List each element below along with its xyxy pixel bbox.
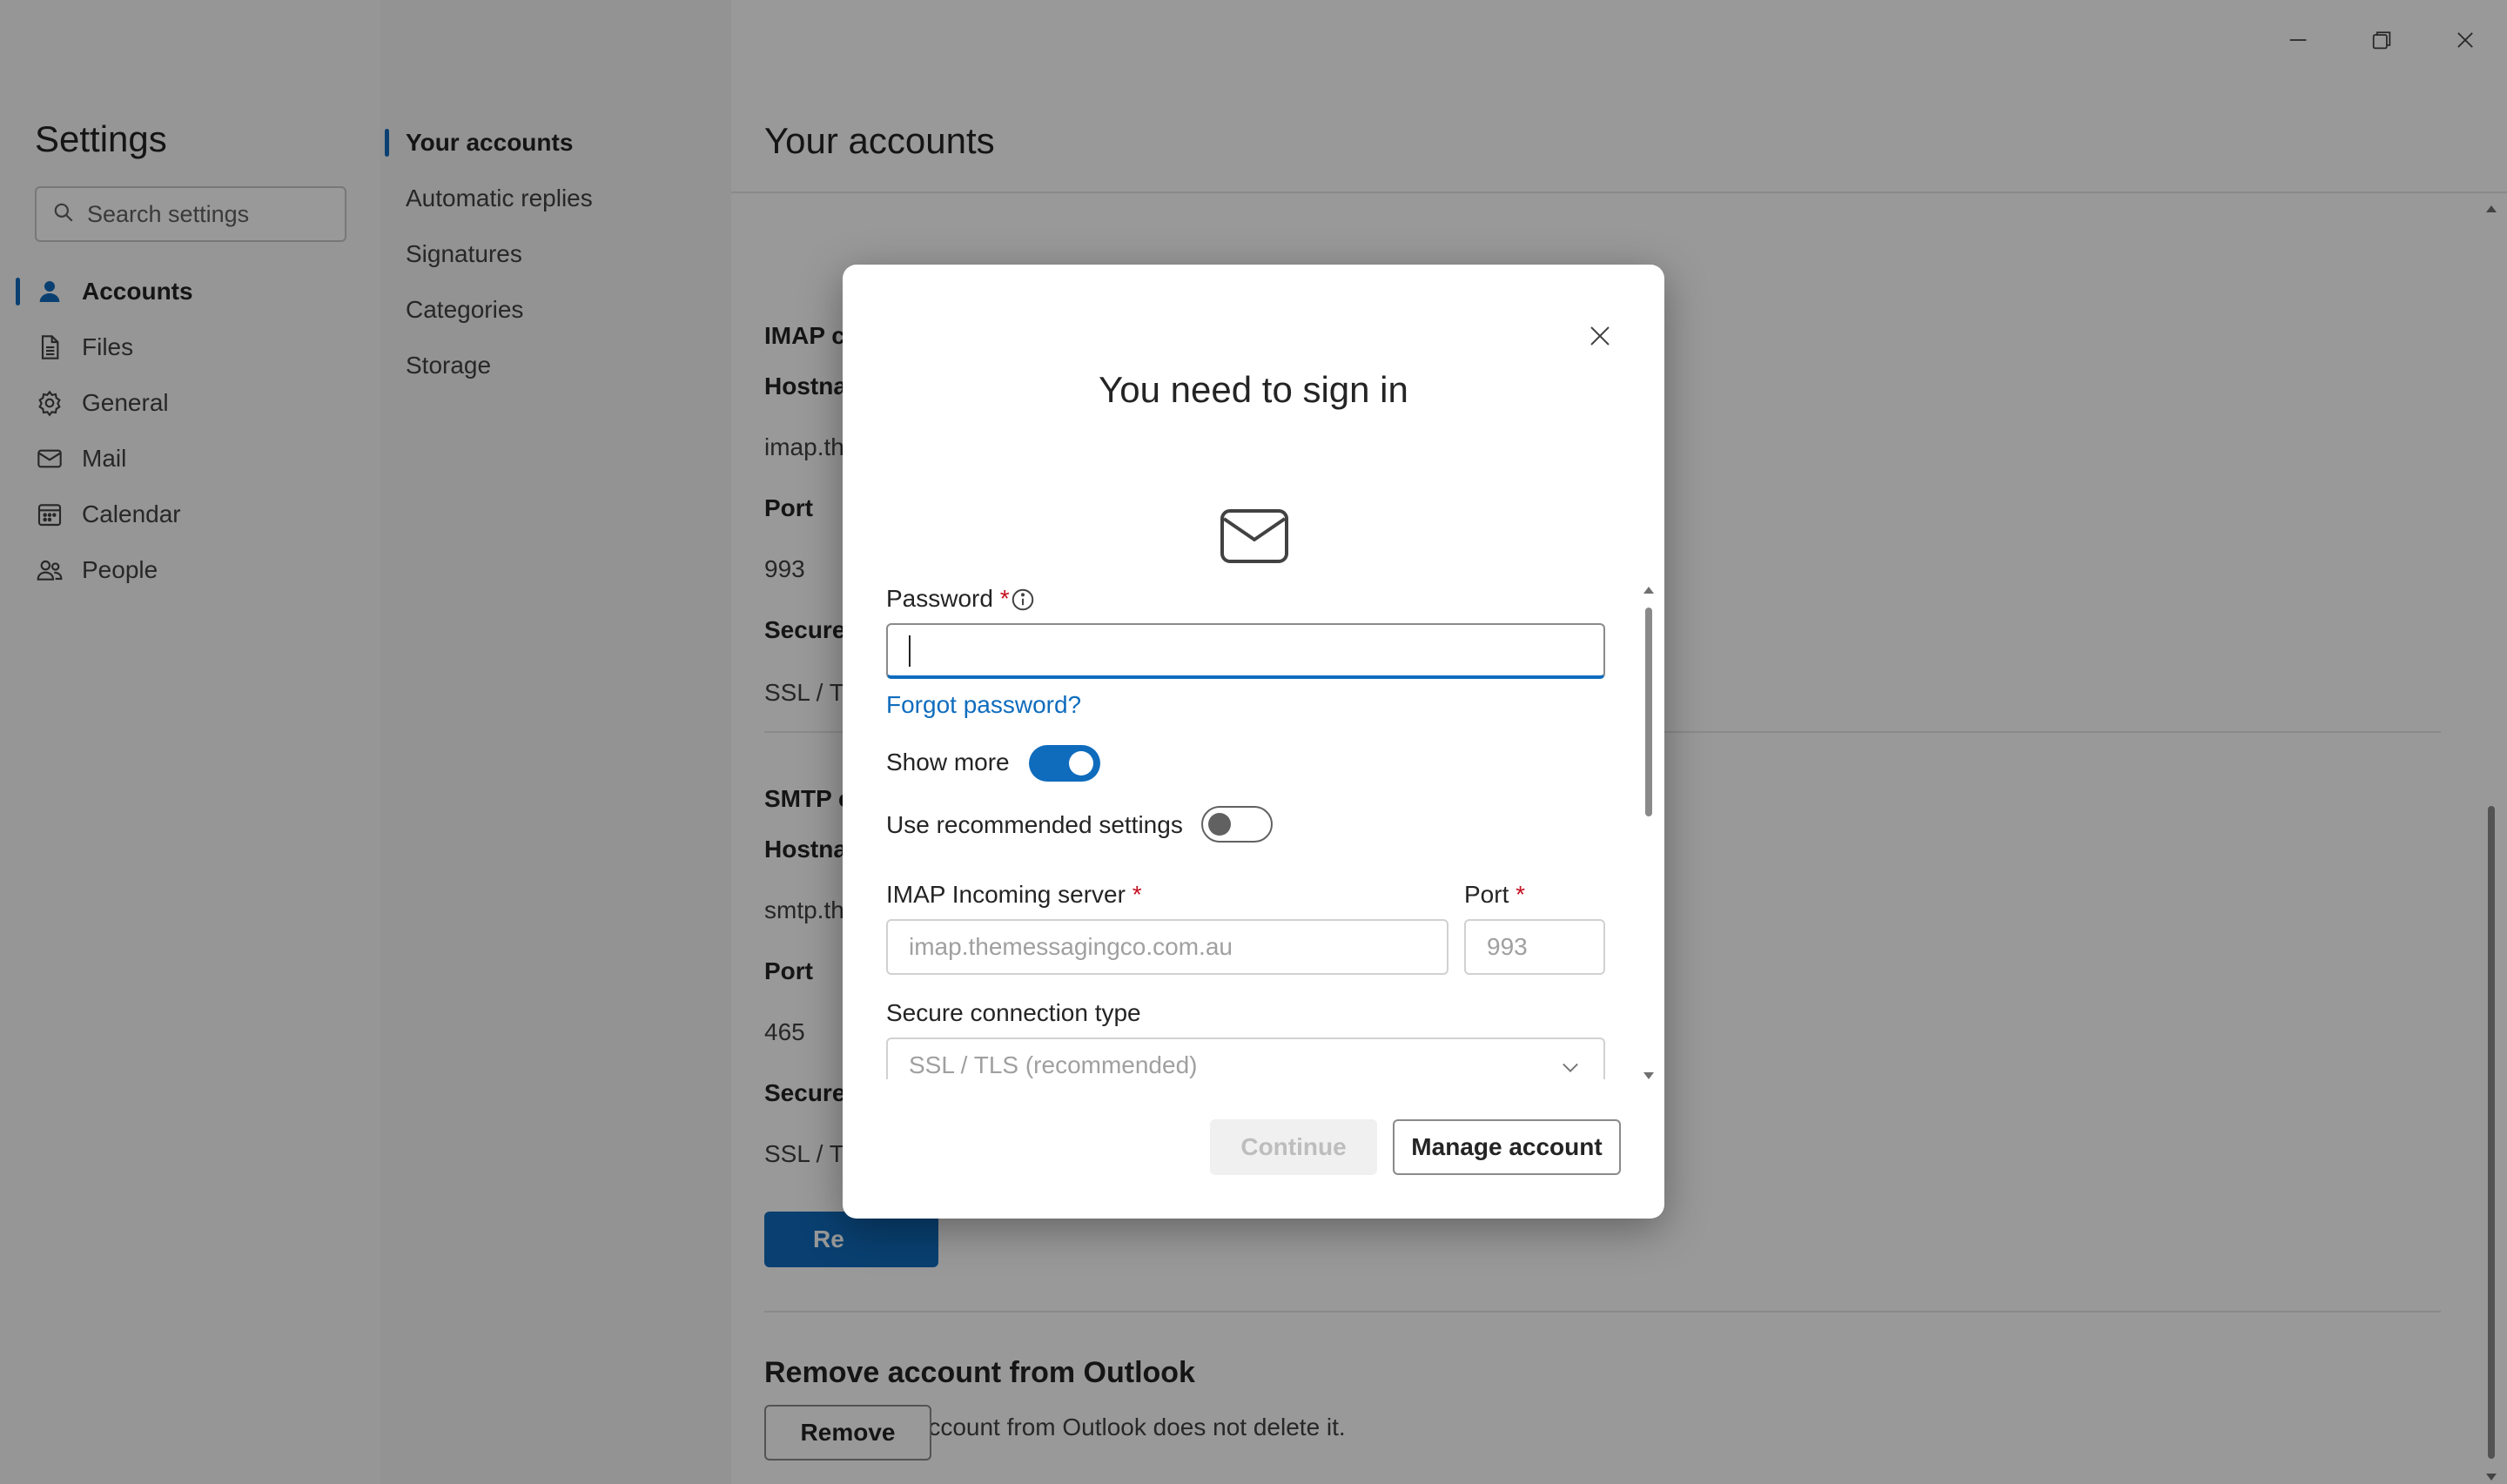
manage-account-button[interactable]: Manage account — [1393, 1119, 1621, 1175]
show-more-toggle[interactable] — [1029, 745, 1100, 782]
port-input[interactable]: 993 — [1464, 919, 1605, 975]
password-input[interactable] — [886, 623, 1605, 679]
scroll-thumb[interactable] — [1645, 608, 1652, 816]
dialog-title: You need to sign in — [1099, 369, 1408, 410]
required-mark: * — [1132, 881, 1142, 908]
port-label: Port * — [1464, 881, 1525, 909]
envelope-icon — [1220, 508, 1289, 564]
required-mark: * — [999, 585, 1010, 612]
outlook-settings-window: Settings Accounts Files — [0, 0, 2507, 1484]
port-label-text: Port — [1464, 881, 1509, 908]
imap-server-input[interactable]: imap.themessagingco.com.au — [886, 919, 1448, 975]
scroll-region-mask — [877, 1079, 1626, 1105]
chevron-down-icon — [1558, 1055, 1583, 1079]
recommended-settings-label: Use recommended settings — [886, 811, 1183, 838]
scroll-down-arrow[interactable] — [1643, 1072, 1654, 1079]
sign-in-dialog: You need to sign in Password * Forgot pa… — [843, 265, 1664, 1219]
toggle-knob — [1069, 751, 1093, 776]
secure-connection-label: Secure connection type — [886, 999, 1141, 1026]
password-label-text: Password — [886, 585, 993, 612]
continue-button[interactable]: Continue — [1210, 1119, 1377, 1175]
info-icon[interactable] — [1010, 587, 1036, 613]
imap-server-label-text: IMAP Incoming server — [886, 881, 1126, 908]
toggle-knob — [1208, 813, 1231, 836]
scroll-up-arrow[interactable] — [1643, 587, 1654, 594]
dialog-close-button[interactable] — [1581, 319, 1619, 357]
recommended-settings-toggle[interactable] — [1201, 806, 1273, 843]
text-caret — [909, 635, 911, 667]
dialog-scrollbar[interactable] — [1642, 587, 1656, 1079]
password-label: Password * — [886, 585, 1010, 613]
secure-connection-value: SSL / TLS (recommended) — [909, 1051, 1198, 1078]
forgot-password-link[interactable]: Forgot password? — [886, 691, 1081, 719]
required-mark: * — [1516, 881, 1526, 908]
show-more-label: Show more — [886, 749, 1010, 776]
close-icon — [1587, 323, 1613, 353]
imap-server-label: IMAP Incoming server * — [886, 881, 1142, 909]
